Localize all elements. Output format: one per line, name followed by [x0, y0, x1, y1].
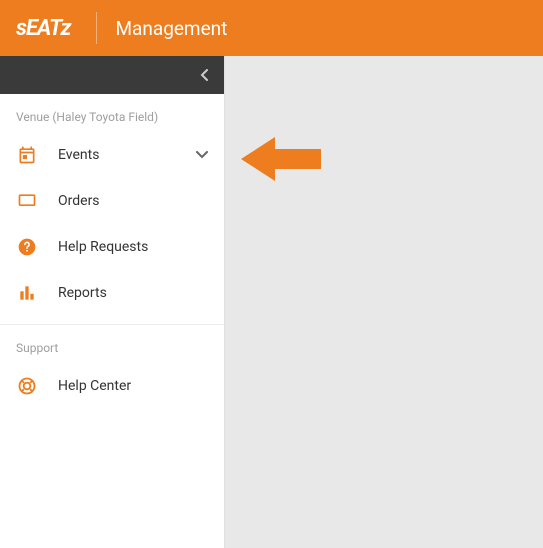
annotation-arrow-icon	[241, 134, 321, 184]
chevron-down-icon	[196, 151, 208, 159]
sidebar-item-label: Help Requests	[58, 239, 208, 255]
sidebar-item-events[interactable]: Events	[0, 132, 224, 178]
lifebuoy-icon	[16, 375, 38, 397]
sidebar-collapse-button[interactable]	[0, 56, 224, 94]
monitor-icon	[16, 190, 38, 212]
sidebar-section-venue: Venue (Haley Toyota Field) Events Orders	[0, 94, 224, 325]
logo: sEATz	[16, 16, 90, 41]
sidebar-item-label: Reports	[58, 285, 208, 301]
calendar-icon	[16, 144, 38, 166]
page-title: Management	[115, 17, 227, 40]
sidebar-item-reports[interactable]: Reports	[0, 270, 224, 316]
section-label-support: Support	[0, 325, 224, 363]
header: sEATz Management	[0, 0, 543, 56]
sidebar-item-label: Events	[58, 147, 196, 163]
sidebar-item-help-center[interactable]: Help Center	[0, 363, 224, 409]
sidebar-item-orders[interactable]: Orders	[0, 178, 224, 224]
main-content	[225, 56, 543, 548]
reports-icon	[16, 282, 38, 304]
sidebar-item-help-requests[interactable]: Help Requests	[0, 224, 224, 270]
body: Venue (Haley Toyota Field) Events Orders	[0, 56, 543, 548]
sidebar: Venue (Haley Toyota Field) Events Orders	[0, 56, 225, 548]
help-icon	[16, 236, 38, 258]
header-divider	[96, 12, 97, 44]
sidebar-item-label: Orders	[58, 193, 208, 209]
section-label-venue: Venue (Haley Toyota Field)	[0, 94, 224, 132]
sidebar-section-support: Support Help Center	[0, 325, 224, 417]
chevron-left-icon	[200, 69, 208, 81]
sidebar-item-label: Help Center	[58, 378, 208, 394]
